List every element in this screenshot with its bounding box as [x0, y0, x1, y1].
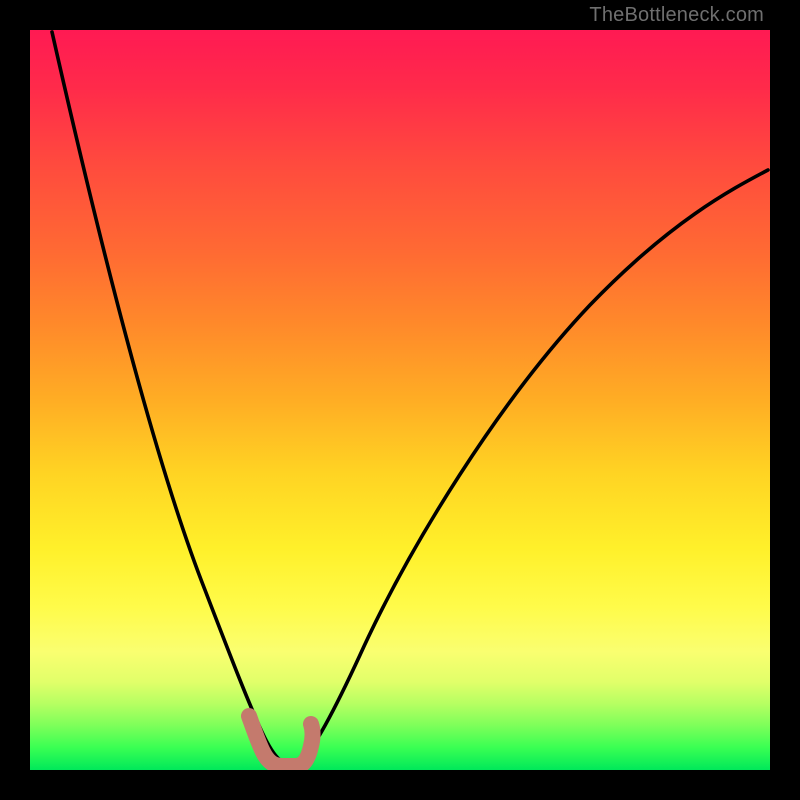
chart-frame [30, 30, 770, 770]
chart-svg [30, 30, 770, 770]
curve-right [302, 170, 768, 760]
watermark-text: TheBottleneck.com [589, 4, 764, 27]
curve-left [52, 32, 280, 760]
valley-marker [249, 716, 313, 766]
